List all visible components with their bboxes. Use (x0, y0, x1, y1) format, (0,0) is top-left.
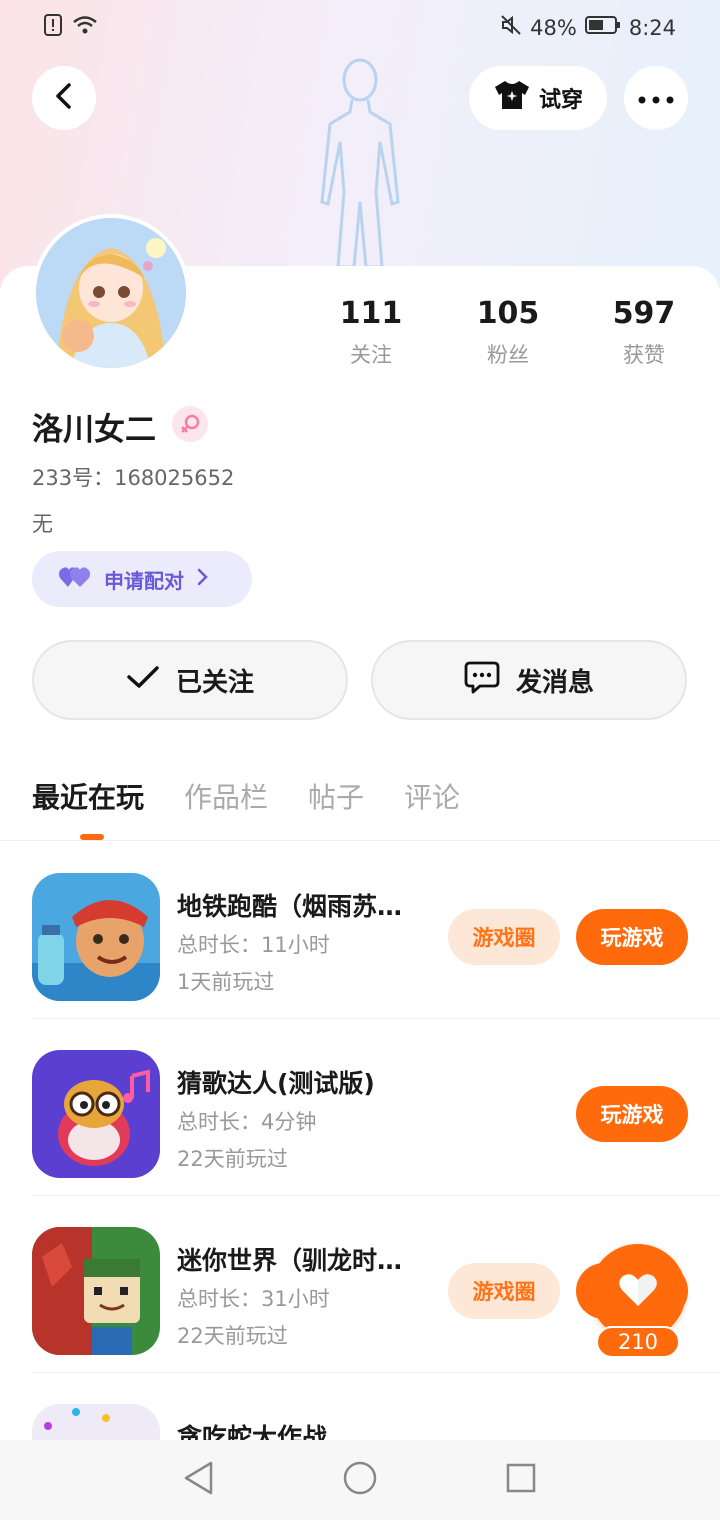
game-list-item[interactable]: 地铁跑酷（烟雨苏… 总时长：11小时 1天前玩过 游戏圈 玩游戏 (32, 843, 720, 1019)
subway-surfers-game-icon (32, 873, 160, 1001)
avatar-mannequin-graphic (320, 58, 400, 269)
row-divider (32, 1372, 720, 1373)
request-pair-button[interactable]: 申请配对 (32, 551, 252, 607)
clock: 8:24 (628, 15, 676, 40)
play-game-button[interactable]: 玩游戏 (576, 1086, 688, 1142)
user-id-row: 233号：168025652 (32, 462, 234, 492)
tab-posts[interactable]: 帖子 (308, 776, 364, 816)
guess-song-game-icon (32, 1050, 160, 1178)
stat-likes[interactable]: 597 获赞 (589, 296, 699, 369)
user-id-label: 233号： (32, 466, 115, 490)
female-gender-icon (172, 406, 208, 442)
tshirt-icon (493, 79, 531, 117)
tab-comments[interactable]: 评论 (404, 776, 460, 816)
chevron-left-icon (52, 82, 76, 114)
chevron-right-icon (196, 567, 208, 591)
game-last-played: 1天前玩过 (177, 970, 275, 994)
request-pair-label: 申请配对 (104, 568, 184, 593)
stat-followers[interactable]: 105 粉丝 (453, 296, 563, 369)
game-title: 贪吃蛇大作战 (177, 1423, 328, 1440)
avatar[interactable] (32, 214, 190, 372)
send-message-label: 发消息 (515, 667, 594, 698)
game-list-item[interactable]: 猜歌达人(测试版) 总时长：4分钟 22天前玩过 玩游戏 (32, 1020, 720, 1196)
following-status-button[interactable]: 已关注 (32, 640, 348, 720)
like-count: 210 (596, 1326, 680, 1358)
notification-alert-icon (44, 14, 62, 41)
battery-percent: 48% (530, 15, 577, 40)
game-circle-button[interactable]: 游戏圈 (448, 1263, 560, 1319)
heart-icon (618, 1272, 658, 1312)
send-message-button[interactable]: 发消息 (371, 640, 687, 720)
status-bar: 48% 8:24 (0, 0, 720, 56)
following-label: 关注 (350, 343, 392, 367)
user-id-value: 168025652 (114, 466, 235, 490)
likes-label: 获赞 (623, 343, 665, 367)
game-title: 猜歌达人(测试版) (177, 1069, 375, 1098)
followers-label: 粉丝 (487, 343, 529, 367)
chat-bubble-icon (464, 660, 500, 701)
try-on-label: 试穿 (538, 88, 583, 113)
game-circle-button[interactable]: 游戏圈 (448, 909, 560, 965)
snake-game-icon (32, 1404, 160, 1440)
recents-square-icon[interactable] (505, 1462, 537, 1498)
game-last-played: 22天前玩过 (177, 1147, 288, 1171)
game-title: 地铁跑酷（烟雨苏… (177, 892, 403, 921)
tab-recent-play[interactable]: 最近在玩 (32, 776, 144, 816)
profile-tabs: 最近在玩 作品栏 帖子 评论 (32, 776, 460, 816)
game-list-item[interactable]: 贪吃蛇大作战 (32, 1374, 720, 1440)
mini-world-game-icon (32, 1227, 160, 1355)
double-heart-icon (58, 565, 92, 594)
battery-icon (584, 15, 621, 40)
back-button[interactable] (32, 66, 96, 130)
followers-count: 105 (476, 296, 540, 331)
following-status-label: 已关注 (175, 667, 254, 698)
mute-icon (500, 14, 522, 41)
more-dots-icon (638, 89, 674, 108)
row-divider (32, 1195, 720, 1196)
profile-name: 洛川女二 (32, 412, 156, 448)
likes-count: 597 (612, 296, 676, 331)
profile-bio: 无 (32, 512, 53, 536)
try-on-button[interactable]: 试穿 (469, 66, 607, 130)
more-options-button[interactable] (624, 66, 688, 130)
checkmark-icon (126, 664, 160, 697)
game-duration: 总时长：31小时 (177, 1287, 330, 1311)
avatar-anime-girl-image (36, 218, 186, 368)
game-duration: 总时长：4分钟 (177, 1110, 317, 1134)
home-circle-icon[interactable] (342, 1460, 378, 1500)
tab-works[interactable]: 作品栏 (184, 776, 268, 816)
wifi-icon (72, 14, 98, 41)
game-duration: 总时长：11小时 (177, 933, 330, 957)
game-title: 迷你世界（驯龙时… (177, 1246, 403, 1275)
row-divider (32, 1018, 720, 1019)
tab-divider (0, 840, 720, 841)
back-triangle-icon[interactable] (183, 1461, 215, 1499)
following-count: 111 (339, 296, 403, 331)
game-last-played: 22天前玩过 (177, 1324, 288, 1348)
play-game-button[interactable]: 玩游戏 (576, 909, 688, 965)
system-navigation-bar (0, 1440, 720, 1520)
stat-following[interactable]: 111 关注 (316, 296, 426, 369)
